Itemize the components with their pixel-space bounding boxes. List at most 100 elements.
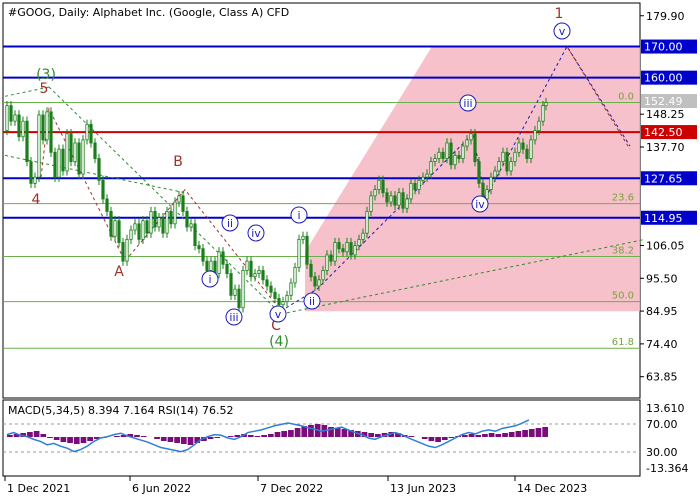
macd-bar xyxy=(482,434,488,437)
candle-body xyxy=(457,155,461,159)
candle-body xyxy=(29,161,33,184)
macd-bar xyxy=(462,435,468,437)
candle-body xyxy=(513,151,517,163)
candle-body xyxy=(169,210,173,225)
wave-label-minor-7: iv xyxy=(475,198,485,211)
macd-bar xyxy=(40,434,47,437)
macd-bar xyxy=(281,431,288,437)
chart-svg: 0.023.638.250.061.8154ABCiiiiiiivviiiiii… xyxy=(2,2,697,495)
wave-label-minor-0: i xyxy=(208,273,211,286)
candle-body xyxy=(33,176,37,184)
price-tag-label: 114.95 xyxy=(644,212,683,225)
candle-body xyxy=(393,195,397,206)
price-tag-label: 152.49 xyxy=(644,95,683,108)
candle-body xyxy=(389,195,393,203)
candle-body xyxy=(193,223,197,246)
macd-bar xyxy=(428,437,435,441)
candle-body xyxy=(441,151,445,159)
macd-bar xyxy=(73,437,80,444)
time-axis-label: 14 Dec 2023 xyxy=(517,482,587,495)
candle-body xyxy=(221,251,225,265)
wave-label-minor-8: v xyxy=(559,25,566,38)
candle-body xyxy=(333,242,337,262)
candle-body xyxy=(305,235,309,265)
candle-body xyxy=(65,133,69,172)
macd-bar xyxy=(207,437,214,439)
candle-body xyxy=(73,142,77,163)
candle-body xyxy=(189,223,193,228)
macd-bar xyxy=(448,437,455,438)
wave-label-minor-4: v xyxy=(275,308,282,321)
candle-body xyxy=(137,223,141,240)
candle-body xyxy=(361,232,365,240)
time-axis-label: 6 Jun 2022 xyxy=(132,482,191,495)
candle-body xyxy=(197,245,201,250)
candle-body xyxy=(153,210,157,228)
macd-bar xyxy=(441,437,448,440)
candle-body xyxy=(225,263,229,274)
candle-body xyxy=(237,288,241,309)
candle-body xyxy=(509,161,513,172)
indicator-axis-label: 13.610 xyxy=(646,402,685,415)
wave-label-green-1: (4) xyxy=(269,334,289,350)
candle-body xyxy=(309,263,313,278)
candle-body xyxy=(13,114,17,122)
price-axis-label: 74.40 xyxy=(646,338,678,351)
candle-body xyxy=(245,260,249,271)
candle-body xyxy=(45,111,49,141)
candle-body xyxy=(385,192,389,203)
macd-bar xyxy=(261,435,267,437)
macd-bar xyxy=(187,437,194,445)
macd-bar xyxy=(522,430,528,437)
candle-body xyxy=(145,220,149,234)
macd-bar xyxy=(408,436,415,437)
candle-body xyxy=(417,179,421,191)
indicator-axis-label: -13.364 xyxy=(646,462,688,475)
fib-label-23-6: 23.6 xyxy=(612,193,634,204)
macd-bar xyxy=(254,436,261,437)
macd-bar xyxy=(341,429,348,437)
macd-bar xyxy=(60,437,67,442)
candle-body xyxy=(285,294,289,302)
candle-body xyxy=(485,189,489,200)
candle-body xyxy=(425,173,429,178)
macd-bar xyxy=(160,437,167,441)
macd-bar xyxy=(535,428,542,437)
candle-body xyxy=(433,158,437,163)
candle-body xyxy=(469,133,473,141)
wave-label-minor-2: iii xyxy=(229,311,238,324)
candle-body xyxy=(273,291,277,299)
price-tag-label: 142.50 xyxy=(644,126,683,139)
macd-bar xyxy=(174,437,180,443)
candle-body xyxy=(85,123,89,141)
wave-label-minor-3: iv xyxy=(251,227,261,240)
candle-body xyxy=(281,301,285,306)
macd-bar xyxy=(515,431,522,437)
candle-body xyxy=(141,220,145,240)
candle-body xyxy=(525,148,529,159)
price-axis-label: 137.70 xyxy=(646,141,685,154)
wave-label-extra: i xyxy=(297,209,300,222)
macd-bar xyxy=(7,435,13,437)
macd-bar xyxy=(267,434,274,437)
trend-green-channel xyxy=(48,86,282,315)
candle-body xyxy=(21,120,25,138)
candle-body xyxy=(544,102,548,107)
candle-body xyxy=(77,142,81,175)
price-tag-label: 160.00 xyxy=(644,72,683,85)
candle-body xyxy=(149,210,153,234)
candle-body xyxy=(337,242,341,250)
candle-body xyxy=(501,151,505,163)
candle-body xyxy=(233,288,237,296)
candle-body xyxy=(129,229,133,240)
chart-container: 0.0 23.6 38.2 50.0 61.8 1 5 4 A B Ci ii iii iv v ii iii i… xyxy=(0,0,700,500)
macd-bar xyxy=(502,433,508,437)
indicator-axis-label: 70.00 xyxy=(646,418,678,431)
macd-bar xyxy=(308,425,314,437)
candle-body xyxy=(205,260,209,271)
wave-label-major-3: A xyxy=(114,264,124,280)
macd-bar xyxy=(180,437,187,444)
candle-body xyxy=(397,192,401,206)
wave-label-green-0: (3) xyxy=(36,67,56,83)
candle-body xyxy=(121,242,125,262)
